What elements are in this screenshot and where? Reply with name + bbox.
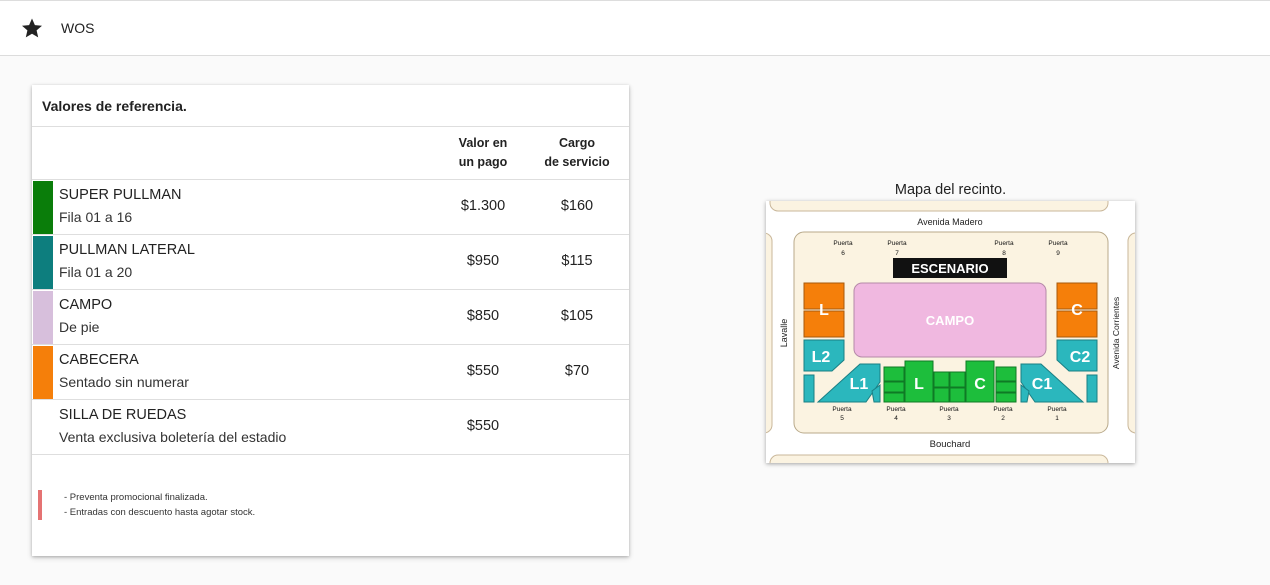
section-name: PULLMAN LATERAL [59,242,195,258]
color-swatch [33,291,53,344]
gate-word: Puerta [832,406,852,413]
app-header: WOS [0,0,1270,56]
section-l2-label: L2 [812,349,831,366]
section-name: SILLA DE RUEDAS [59,407,187,423]
section-detail: Sentado sin numerar [59,374,189,390]
price-value: $550 [466,363,500,379]
price-value: $550 [466,418,500,434]
street-left: Lavalle [779,319,789,348]
section-l1-side[interactable] [803,374,815,403]
gate-word: Puerta [994,240,1014,247]
block-top [769,201,1109,212]
section-green[interactable] [883,392,905,403]
divider [32,454,629,455]
section-detail: Fila 01 a 16 [59,209,133,225]
stage-label: ESCENARIO [911,261,988,276]
card-title: Valores de referencia. [42,98,187,114]
street-right: Avenida Corrientes [1111,297,1121,369]
section-name: SUPER PULLMAN [59,187,182,203]
fee-value: $70 [564,363,590,379]
block-left [766,232,773,434]
gate-number: 1 [1055,415,1059,422]
section-floor-l-label: L [914,376,924,393]
table-row[interactable]: PULLMAN LATERAL Fila 01 a 20 $950 $115 [32,235,629,290]
note-line: - Entradas con descuento hasta agotar st… [64,507,256,518]
fee-value: $105 [560,308,594,324]
gate-word: Puerta [1047,406,1067,413]
venue-map[interactable]: Avenida Madero Bouchard Lavalle Avenida … [766,201,1135,463]
note-accent-bar [38,490,42,520]
color-swatch [33,236,53,289]
gate-word: Puerta [833,240,853,247]
price-value: $1.300 [460,198,506,214]
fee-value: $160 [560,198,594,214]
street-top: Avenida Madero [917,217,982,227]
gate-number: 4 [894,415,898,422]
gate-number: 6 [841,250,845,257]
gate-number: 5 [840,415,844,422]
divider [32,126,629,127]
section-c1-side[interactable] [1086,374,1098,403]
gate-number: 8 [1002,250,1006,257]
section-detail: De pie [59,319,100,335]
gate-number: 7 [895,250,899,257]
block-bottom [769,454,1109,463]
table-row[interactable]: SILLA DE RUEDAS Venta exclusiva boleterí… [32,400,629,455]
gate-number: 9 [1056,250,1060,257]
section-green[interactable] [883,366,905,382]
section-detail: Fila 01 a 20 [59,264,133,280]
gate-word: Puerta [939,406,959,413]
section-c1-label: C1 [1032,376,1053,393]
column-header-fee: Cargo de servicio [544,136,610,169]
section-campo-label: CAMPO [926,313,974,328]
map-caption: Mapa del recinto. [894,182,1007,198]
section-c2-label: C2 [1070,349,1091,366]
section-green[interactable] [883,381,905,393]
note-line: - Preventa promocional finalizada. [64,492,208,503]
section-green[interactable] [949,387,966,403]
price-value: $850 [466,308,500,324]
section-green[interactable] [995,381,1017,393]
section-name: CABECERA [59,352,139,368]
section-green[interactable] [995,392,1017,403]
column-header-price: Valor en un pago [458,136,508,169]
section-detail: Venta exclusiva boletería del estadio [59,429,287,445]
gate-word: Puerta [993,406,1013,413]
section-green[interactable] [933,387,950,403]
block-right [1127,232,1135,434]
section-floor-c-label: C [974,376,986,393]
color-swatch [33,346,53,399]
gate-word: Puerta [1048,240,1068,247]
table-row[interactable]: CABECERA Sentado sin numerar $550 $70 [32,345,629,400]
star-icon[interactable] [20,16,44,40]
section-l1-label: L1 [850,376,869,393]
venue-map-drawing: Avenida Madero Bouchard Lavalle Avenida … [766,201,1135,463]
gate-number: 3 [947,415,951,422]
price-reference-card: Valores de referencia. Valor en un pago … [32,85,629,556]
street-bottom: Bouchard [930,439,971,450]
color-swatch [33,181,53,234]
fee-value: $115 [561,253,593,269]
section-green[interactable] [995,366,1017,382]
app-title: WOS [61,20,95,36]
gate-word: Puerta [886,406,906,413]
section-green[interactable] [933,371,950,388]
gate-word: Puerta [887,240,907,247]
section-l-label: L [819,302,829,319]
section-green[interactable] [949,371,966,388]
table-row[interactable]: SUPER PULLMAN Fila 01 a 16 $1.300 $160 [32,180,629,235]
section-c-label: C [1071,302,1083,319]
price-value: $950 [466,253,500,269]
section-name: CAMPO [59,297,113,313]
gate-number: 2 [1001,415,1005,422]
table-row[interactable]: CAMPO De pie $850 $105 [32,290,629,345]
